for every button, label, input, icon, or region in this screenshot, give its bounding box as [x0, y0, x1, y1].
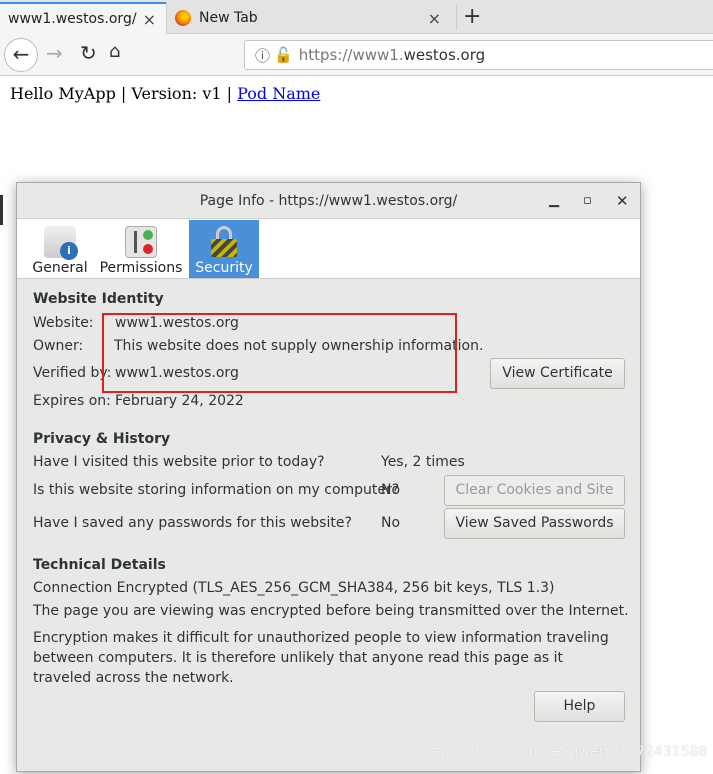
expires-label: Expires on:: [33, 393, 111, 409]
tab-general[interactable]: i General: [29, 220, 91, 278]
page-content: Hello MyApp | Version: v1 | Pod Name: [10, 84, 320, 103]
pod-name-link[interactable]: Pod Name: [237, 84, 320, 103]
firefox-icon: [175, 10, 191, 26]
expires-value: February 24, 2022: [115, 393, 244, 409]
view-certificate-button[interactable]: View Certificate: [490, 358, 625, 389]
verified-label: Verified by:: [33, 365, 112, 381]
tab-label: Permissions: [99, 260, 183, 276]
dialog-titlebar[interactable]: Page Info - https://www1.westos.org/ ▁ ▫…: [17, 183, 640, 219]
home-button[interactable]: ⌂: [109, 41, 120, 62]
privacy-heading: Privacy & History: [33, 431, 171, 447]
passwords-answer: No: [381, 515, 401, 531]
passwords-question: Have I saved any passwords for this webs…: [33, 515, 352, 531]
maximize-icon[interactable]: ▫: [583, 183, 592, 219]
info-icon[interactable]: ⓘ: [255, 45, 270, 66]
forward-button[interactable]: →: [46, 41, 63, 65]
minimize-icon[interactable]: ▁: [549, 183, 559, 219]
background-edge: [0, 195, 3, 225]
tab-new-tab[interactable]: New Tab ×: [166, 2, 451, 34]
technical-heading: Technical Details: [33, 557, 166, 573]
close-tab-icon[interactable]: ×: [143, 10, 156, 29]
encryption-explanation: Encryption makes it difficult for unauth…: [33, 630, 609, 686]
tab-label: Security: [195, 260, 253, 276]
dialog-title: Page Info - https://www1.westos.org/: [199, 193, 458, 209]
tab-bar: www1.westos.org/ × New Tab × +: [0, 0, 713, 34]
owner-label: Owner:: [33, 338, 84, 354]
website-identity-heading: Website Identity: [33, 291, 164, 307]
website-label: Website:: [33, 315, 94, 331]
reload-button[interactable]: ↻: [80, 41, 97, 65]
tab-permissions[interactable]: Permissions: [99, 220, 183, 278]
page-text: Hello MyApp | Version: v1 |: [10, 84, 238, 103]
general-info-icon: i: [44, 226, 78, 260]
back-button[interactable]: ←: [4, 38, 38, 72]
encryption-text: The page you are viewing was encrypted b…: [33, 603, 629, 619]
watermark: https://blog.csdn.net/qwerty1372431588: [420, 744, 708, 760]
tab-title: New Tab: [199, 10, 258, 26]
clear-cookies-button[interactable]: Clear Cookies and Site Data: [444, 475, 625, 527]
close-icon[interactable]: ✕: [616, 183, 629, 219]
permissions-icon: [125, 226, 157, 258]
page-info-dialog: Page Info - https://www1.westos.org/ ▁ ▫…: [16, 182, 641, 772]
padlock-icon: [211, 226, 237, 258]
insecure-lock-icon[interactable]: 🔓: [274, 46, 293, 64]
storing-question: Is this website storing information on m…: [33, 482, 400, 498]
new-tab-button[interactable]: +: [456, 4, 481, 30]
annotation-box: [102, 313, 457, 393]
dialog-tabs: i General Permissions Security: [17, 219, 640, 279]
tab-security[interactable]: Security: [189, 220, 259, 278]
tab-title: www1.westos.org/: [8, 11, 137, 27]
nav-bar: ← → ↻ ⌂ ⓘ 🔓 https://www1. westos.org: [0, 34, 713, 76]
url-prefix: https://www1.: [298, 46, 404, 64]
visited-question: Have I visited this website prior to tod…: [33, 454, 325, 470]
visited-answer: Yes, 2 times: [381, 454, 465, 470]
help-button[interactable]: Help: [534, 691, 625, 722]
storing-answer: No: [381, 482, 401, 498]
view-saved-passwords-button[interactable]: View Saved Passwords: [444, 508, 625, 539]
tab-www1[interactable]: www1.westos.org/ ×: [0, 2, 166, 34]
url-domain: westos.org: [403, 46, 486, 64]
close-tab-icon[interactable]: ×: [428, 9, 441, 28]
tab-label: General: [32, 260, 88, 276]
url-bar[interactable]: ⓘ 🔓 https://www1. westos.org: [244, 40, 713, 70]
connection-encrypted-text: Connection Encrypted (TLS_AES_256_GCM_SH…: [33, 580, 555, 596]
